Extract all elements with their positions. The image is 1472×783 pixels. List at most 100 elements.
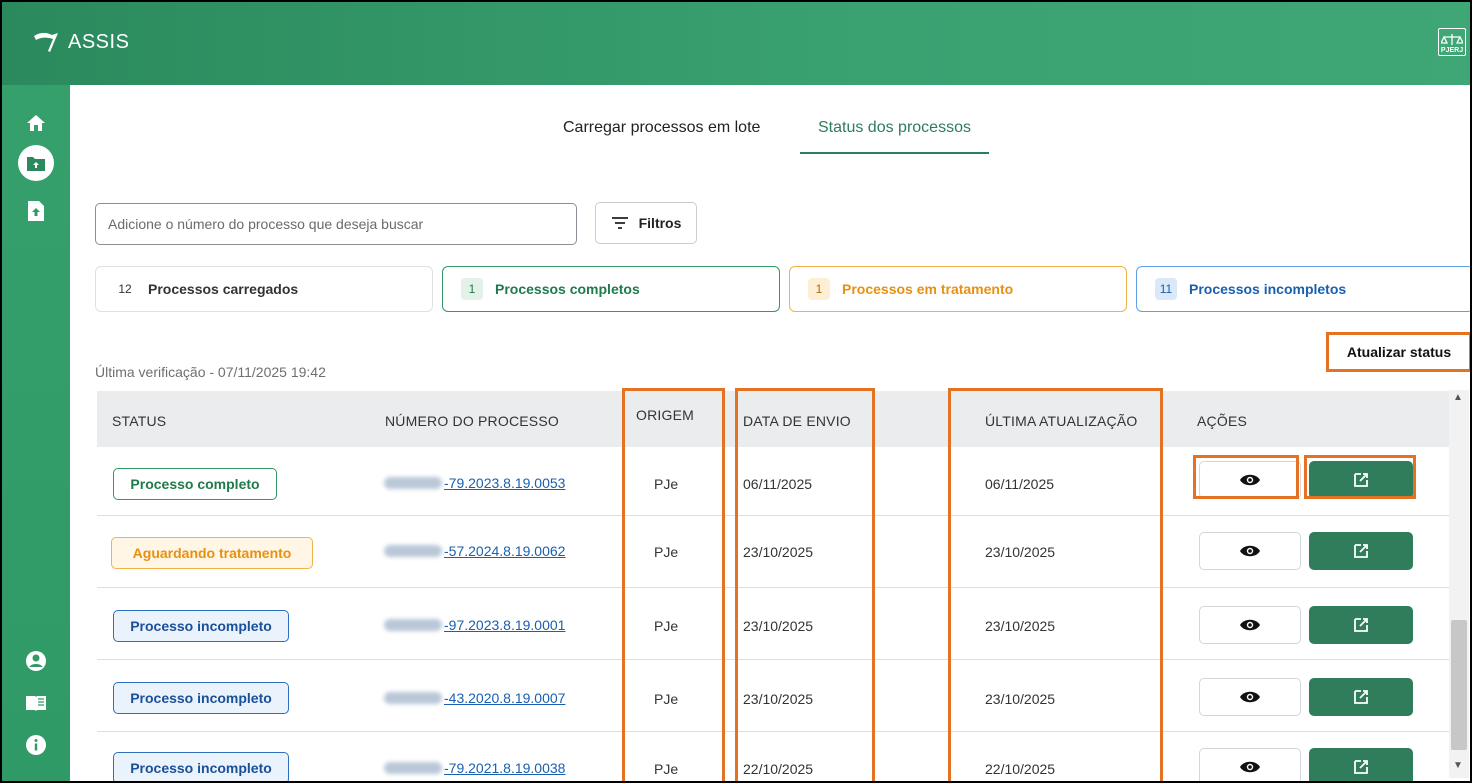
status-badge: Processo incompleto bbox=[113, 682, 289, 714]
header-status[interactable]: STATUS bbox=[112, 413, 166, 429]
eye-icon bbox=[1240, 691, 1260, 703]
search-input[interactable]: Adicione o número do processo que deseja… bbox=[95, 203, 577, 245]
summary-count: 1 bbox=[808, 278, 830, 300]
app-logo[interactable]: ASSIS bbox=[32, 30, 129, 54]
refresh-status-button[interactable]: Atualizar status bbox=[1326, 332, 1470, 372]
table-row: Processo incompleto -43.2020.8.19.0007 P… bbox=[97, 660, 1458, 732]
redacted-mask bbox=[384, 692, 442, 704]
sidebar bbox=[2, 85, 70, 781]
process-number-text: -79.2023.8.19.0053 bbox=[444, 475, 566, 491]
header-last-update[interactable]: ÚLTIMA ATUALIZAÇÃO bbox=[985, 413, 1137, 429]
tab-bar: Carregar processos em lote Status dos pr… bbox=[70, 119, 1470, 159]
open-external-button[interactable] bbox=[1309, 678, 1413, 716]
origin-cell: PJe bbox=[654, 691, 679, 707]
process-number-link[interactable]: -79.2021.8.19.0038 bbox=[384, 760, 565, 776]
app-window: ASSIS PJERJ Carregar processos em lote S… bbox=[0, 0, 1472, 783]
origin-cell: PJe bbox=[654, 618, 679, 634]
last-update-cell: 23/10/2025 bbox=[985, 691, 1056, 707]
table-row: Processo incompleto -79.2021.8.19.0038 P… bbox=[97, 732, 1458, 781]
origin-cell: PJe bbox=[654, 476, 679, 492]
scroll-up-icon[interactable]: ▲ bbox=[1453, 392, 1463, 403]
table-row: Aguardando tratamento -57.2024.8.19.0062… bbox=[97, 516, 1458, 588]
filters-label: Filtros bbox=[638, 215, 682, 231]
summary-card-em-tratamento[interactable]: 1 Processos em tratamento bbox=[789, 266, 1127, 312]
tab-status-processos[interactable]: Status dos processos bbox=[800, 119, 989, 154]
last-update-cell: 23/10/2025 bbox=[985, 544, 1056, 560]
header-number[interactable]: NÚMERO DO PROCESSO bbox=[385, 413, 559, 429]
open-external-button[interactable] bbox=[1309, 748, 1413, 781]
main-content: Carregar processos em lote Status dos pr… bbox=[70, 85, 1470, 781]
view-button[interactable] bbox=[1199, 748, 1301, 781]
redacted-mask bbox=[384, 762, 442, 774]
open-external-icon bbox=[1354, 473, 1368, 487]
process-number-text: -57.2024.8.19.0062 bbox=[444, 543, 566, 559]
process-number-link[interactable]: -43.2020.8.19.0007 bbox=[384, 690, 565, 706]
court-logo-text: PJERJ bbox=[1440, 47, 1464, 54]
view-button[interactable] bbox=[1199, 678, 1301, 716]
process-number-text: -79.2021.8.19.0038 bbox=[444, 760, 566, 776]
summary-label: Processos completos bbox=[495, 281, 640, 297]
open-external-button[interactable] bbox=[1309, 461, 1413, 499]
summary-count: 1 bbox=[461, 278, 483, 300]
open-external-button[interactable] bbox=[1309, 532, 1413, 570]
table-scrollbar[interactable]: ▲ ▼ bbox=[1449, 390, 1469, 778]
last-update-cell: 22/10/2025 bbox=[985, 761, 1056, 777]
header-actions: AÇÕES bbox=[1197, 413, 1248, 429]
summary-count: 12 bbox=[118, 282, 132, 296]
scroll-down-icon[interactable]: ▼ bbox=[1453, 760, 1463, 771]
upload-file-icon[interactable] bbox=[22, 197, 50, 225]
sent-date-cell: 23/10/2025 bbox=[743, 691, 814, 707]
scrollbar-thumb[interactable] bbox=[1451, 620, 1467, 750]
process-number-link[interactable]: -97.2023.8.19.0001 bbox=[384, 617, 565, 633]
filters-button[interactable]: Filtros bbox=[595, 202, 697, 244]
last-update-cell: 06/11/2025 bbox=[985, 476, 1055, 492]
process-number-link[interactable]: -79.2023.8.19.0053 bbox=[384, 475, 565, 491]
sent-date-cell: 06/11/2025 bbox=[743, 476, 813, 492]
summary-card-incompletos[interactable]: 11 Processos incompletos bbox=[1136, 266, 1470, 312]
table-row: Processo completo -79.2023.8.19.0053 PJe… bbox=[97, 447, 1458, 516]
eye-icon bbox=[1240, 619, 1260, 631]
open-external-icon bbox=[1354, 760, 1368, 774]
summary-label: Processos carregados bbox=[148, 281, 299, 297]
home-icon[interactable] bbox=[22, 109, 50, 137]
summary-label: Processos em tratamento bbox=[842, 281, 1014, 297]
process-number-link[interactable]: -57.2024.8.19.0062 bbox=[384, 543, 565, 559]
origin-cell: PJe bbox=[654, 544, 679, 560]
scales-icon bbox=[1441, 34, 1463, 45]
sent-date-cell: 23/10/2025 bbox=[743, 618, 814, 634]
process-table: STATUS NÚMERO DO PROCESSO ORIGEM DATA DE… bbox=[97, 391, 1458, 781]
app-title: ASSIS bbox=[68, 30, 130, 53]
redacted-mask bbox=[384, 619, 442, 631]
open-external-icon bbox=[1354, 618, 1368, 632]
summary-card-carregados[interactable]: 12 Processos carregados bbox=[95, 266, 433, 312]
user-icon[interactable] bbox=[22, 647, 50, 675]
top-bar: ASSIS PJERJ bbox=[2, 2, 1470, 85]
court-logo: PJERJ bbox=[1438, 28, 1466, 56]
view-button[interactable] bbox=[1199, 606, 1301, 644]
eye-icon bbox=[1240, 761, 1260, 773]
view-button[interactable] bbox=[1199, 461, 1301, 499]
redacted-mask bbox=[384, 477, 442, 489]
summary-card-completos[interactable]: 1 Processos completos bbox=[442, 266, 780, 312]
status-badge: Processo incompleto bbox=[113, 752, 289, 781]
eye-icon bbox=[1240, 545, 1260, 557]
open-external-icon bbox=[1354, 544, 1368, 558]
tab-carregar-processos[interactable]: Carregar processos em lote bbox=[563, 119, 760, 153]
manual-book-icon[interactable] bbox=[22, 689, 50, 717]
eye-icon bbox=[1240, 474, 1260, 486]
view-button[interactable] bbox=[1199, 532, 1301, 570]
info-icon[interactable] bbox=[22, 731, 50, 759]
table-row: Processo incompleto -97.2023.8.19.0001 P… bbox=[97, 588, 1458, 660]
open-external-button[interactable] bbox=[1309, 606, 1413, 644]
summary-label: Processos incompletos bbox=[1189, 281, 1347, 297]
status-badge: Aguardando tratamento bbox=[111, 537, 313, 569]
header-origin[interactable]: ORIGEM bbox=[636, 407, 694, 423]
status-badge: Processo incompleto bbox=[113, 610, 289, 642]
sent-date-cell: 22/10/2025 bbox=[743, 761, 814, 777]
header-sent-date[interactable]: DATA DE ENVIO bbox=[743, 413, 851, 429]
process-number-text: -43.2020.8.19.0007 bbox=[444, 690, 566, 706]
upload-folder-icon[interactable] bbox=[18, 145, 54, 181]
open-external-icon bbox=[1354, 690, 1368, 704]
process-number-text: -97.2023.8.19.0001 bbox=[444, 617, 566, 633]
filter-icon bbox=[611, 216, 629, 230]
